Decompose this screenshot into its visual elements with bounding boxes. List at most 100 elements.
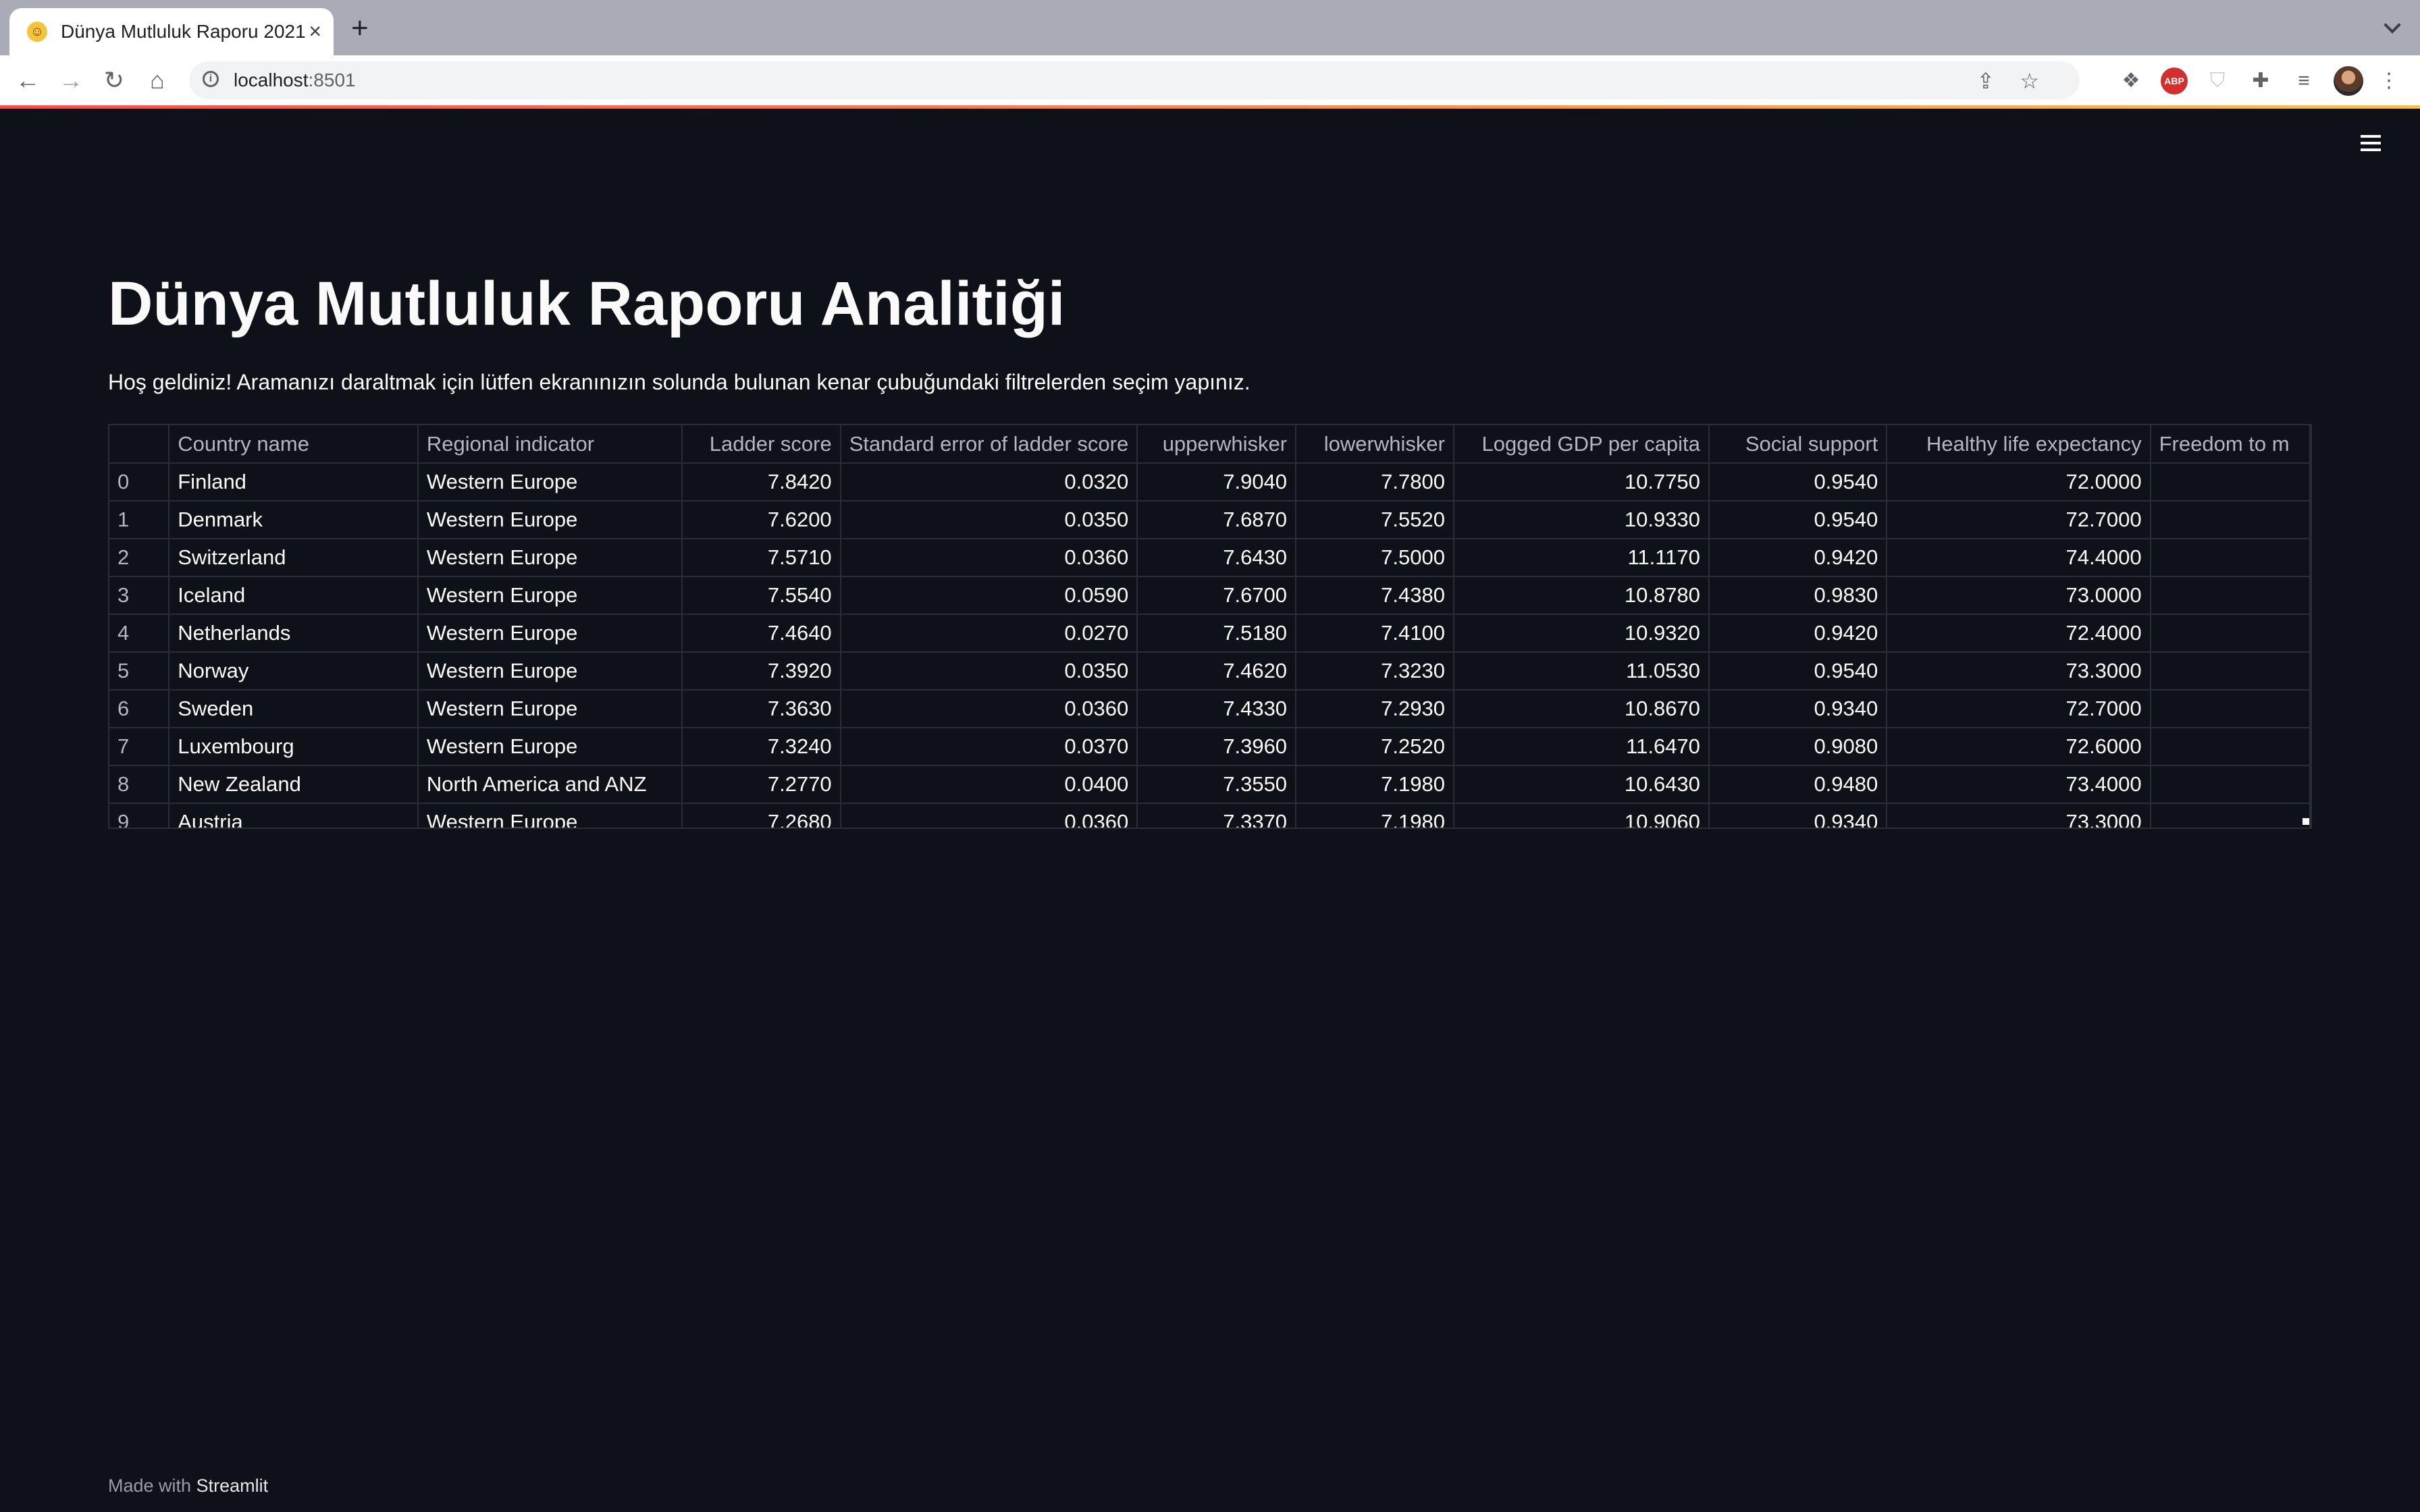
close-tab-icon[interactable]: × — [309, 19, 321, 44]
forward-arrow-icon[interactable]: → — [55, 65, 86, 96]
table-cell[interactable]: New Zealand — [169, 765, 419, 804]
column-header[interactable]: lowerwhisker — [1296, 425, 1454, 464]
table-cell[interactable]: 7.8420 — [682, 463, 841, 502]
bookmark-star-icon[interactable]: ☆ — [2020, 68, 2039, 94]
reading-list-icon[interactable]: ≡ — [2290, 68, 2317, 94]
table-cell[interactable]: 0.0370 — [840, 728, 1138, 766]
table-cell[interactable]: 10.6430 — [1453, 765, 1710, 804]
hamburger-menu-icon[interactable] — [2361, 135, 2381, 151]
table-cell[interactable]: 7.4620 — [1137, 652, 1297, 691]
reload-icon[interactable]: ↻ — [99, 65, 130, 96]
table-cell[interactable]: 0.0360 — [840, 539, 1138, 577]
table-cell[interactable]: Western Europe — [417, 501, 683, 539]
table-cell[interactable]: 0.0590 — [840, 576, 1138, 615]
table-cell[interactable]: Switzerland — [169, 539, 419, 577]
table-cell[interactable]: 0.9540 — [1708, 652, 1888, 691]
table-cell[interactable] — [2150, 803, 2311, 828]
table-cell[interactable]: 10.7750 — [1453, 463, 1710, 502]
table-cell[interactable]: 72.7000 — [1887, 501, 2151, 539]
table-cell[interactable]: 7.5540 — [682, 576, 841, 615]
table-cell[interactable]: 7.3630 — [682, 690, 841, 728]
table-cell[interactable]: 7.5710 — [682, 539, 841, 577]
table-cell[interactable]: 0.9420 — [1708, 539, 1888, 577]
table-cell[interactable]: Western Europe — [417, 652, 683, 691]
table-cell[interactable]: 7.2930 — [1296, 690, 1454, 728]
column-header[interactable]: Regional indicator — [417, 425, 683, 464]
tab-search-chevron-icon[interactable] — [2384, 19, 2400, 35]
table-cell[interactable] — [2150, 463, 2311, 502]
table-cell[interactable]: 7.6870 — [1137, 501, 1297, 539]
table-cell[interactable]: 7.3960 — [1137, 728, 1297, 766]
table-cell[interactable]: 7.1980 — [1296, 765, 1454, 804]
table-cell[interactable]: Western Europe — [417, 614, 683, 653]
table-cell[interactable]: 73.0000 — [1887, 576, 2151, 615]
table-cell[interactable]: Western Europe — [417, 690, 683, 728]
row-index-cell[interactable]: 1 — [109, 501, 170, 539]
table-cell[interactable]: Norway — [169, 652, 419, 691]
table-cell[interactable]: Iceland — [169, 576, 419, 615]
column-header[interactable]: Country name — [169, 425, 419, 464]
column-header[interactable]: Ladder score — [682, 425, 841, 464]
table-cell[interactable]: 10.9320 — [1453, 614, 1710, 653]
table-cell[interactable] — [2150, 539, 2311, 577]
table-cell[interactable]: 0.0350 — [840, 652, 1138, 691]
table-cell[interactable]: 72.7000 — [1887, 690, 2151, 728]
table-cell[interactable]: 7.5520 — [1296, 501, 1454, 539]
address-bar[interactable]: i localhost:8501 ⇪ ☆ — [189, 61, 2080, 99]
extensions-puzzle-icon[interactable]: ✚ — [2247, 68, 2274, 94]
table-cell[interactable]: 7.9040 — [1137, 463, 1297, 502]
table-cell[interactable]: 7.4100 — [1296, 614, 1454, 653]
table-cell[interactable]: 0.9080 — [1708, 728, 1888, 766]
back-arrow-icon[interactable]: ← — [12, 65, 43, 96]
table-cell[interactable] — [2150, 728, 2311, 766]
column-header[interactable]: Standard error of ladder score — [840, 425, 1138, 464]
table-cell[interactable]: Denmark — [169, 501, 419, 539]
table-cell[interactable]: Finland — [169, 463, 419, 502]
table-cell[interactable]: 0.0320 — [840, 463, 1138, 502]
table-cell[interactable]: 10.9330 — [1453, 501, 1710, 539]
table-cell[interactable]: 0.0360 — [840, 690, 1138, 728]
table-cell[interactable]: 11.6470 — [1453, 728, 1710, 766]
table-cell[interactable]: 72.6000 — [1887, 728, 2151, 766]
table-resize-handle[interactable] — [2303, 818, 2309, 825]
table-cell[interactable]: 72.4000 — [1887, 614, 2151, 653]
column-header-index[interactable] — [109, 425, 170, 464]
row-index-cell[interactable]: 3 — [109, 576, 170, 615]
table-cell[interactable] — [2150, 501, 2311, 539]
table-cell[interactable]: 7.3230 — [1296, 652, 1454, 691]
table-cell[interactable]: 0.9340 — [1708, 803, 1888, 828]
table-cell[interactable]: Netherlands — [169, 614, 419, 653]
column-header[interactable]: Freedom to m — [2150, 425, 2311, 464]
table-cell[interactable]: Western Europe — [417, 463, 683, 502]
column-header[interactable]: upperwhisker — [1137, 425, 1297, 464]
table-cell[interactable]: Luxembourg — [169, 728, 419, 766]
table-cell[interactable]: 7.3920 — [682, 652, 841, 691]
table-cell[interactable]: 7.3550 — [1137, 765, 1297, 804]
table-cell[interactable]: North America and ANZ — [417, 765, 683, 804]
table-cell[interactable]: 7.6700 — [1137, 576, 1297, 615]
table-cell[interactable]: 7.2770 — [682, 765, 841, 804]
table-cell[interactable]: 7.2680 — [682, 803, 841, 828]
table-cell[interactable]: 0.0400 — [840, 765, 1138, 804]
table-cell[interactable]: Sweden — [169, 690, 419, 728]
table-cell[interactable]: Austria — [169, 803, 419, 828]
table-cell[interactable]: 0.9420 — [1708, 614, 1888, 653]
column-header[interactable]: Social support — [1708, 425, 1888, 464]
table-cell[interactable]: 0.0350 — [840, 501, 1138, 539]
table-cell[interactable]: 11.0530 — [1453, 652, 1710, 691]
column-header[interactable]: Logged GDP per capita — [1453, 425, 1710, 464]
row-index-cell[interactable]: 7 — [109, 728, 170, 766]
table-cell[interactable]: 7.4380 — [1296, 576, 1454, 615]
table-cell[interactable]: 0.9830 — [1708, 576, 1888, 615]
table-cell[interactable]: 0.9540 — [1708, 463, 1888, 502]
home-icon[interactable]: ⌂ — [142, 65, 173, 96]
table-cell[interactable]: 73.4000 — [1887, 765, 2151, 804]
table-cell[interactable]: 74.4000 — [1887, 539, 2151, 577]
table-cell[interactable]: 0.9340 — [1708, 690, 1888, 728]
table-cell[interactable]: Western Europe — [417, 803, 683, 828]
table-cell[interactable] — [2150, 690, 2311, 728]
dropbox-icon[interactable]: ❖ — [2118, 68, 2145, 94]
table-cell[interactable]: 7.4330 — [1137, 690, 1297, 728]
more-menu-icon[interactable]: ⋮ — [2375, 68, 2402, 94]
row-index-cell[interactable]: 8 — [109, 765, 170, 804]
